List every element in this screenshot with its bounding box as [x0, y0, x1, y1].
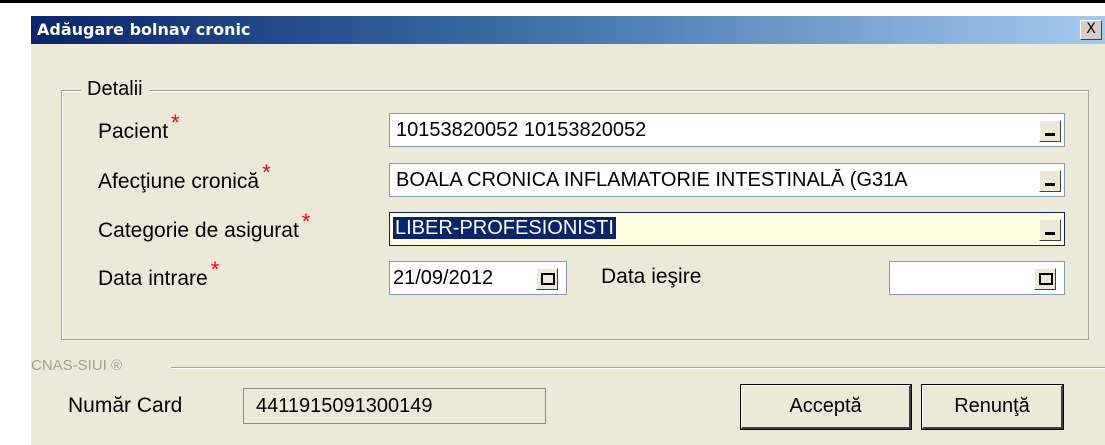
- data-iesire-label: Data ieşire: [601, 265, 702, 288]
- categorie-label: Categorie de asigurat *: [98, 209, 310, 243]
- data-intrare-label-text: Data intrare: [98, 267, 208, 290]
- afectiune-value: BOALA CRONICA INFLAMATORIE INTESTINALĂ (…: [396, 169, 908, 191]
- pacient-value: 10153820052 10153820052: [396, 119, 647, 141]
- calendar-icon[interactable]: [536, 268, 558, 290]
- pacient-label-text: Pacient: [98, 120, 169, 143]
- cancel-button[interactable]: Renunţă: [922, 385, 1063, 429]
- required-marker: *: [210, 257, 220, 282]
- card-number-value: 4411915091300149: [256, 395, 433, 417]
- categorie-value: LIBER-PROFESIONISTI: [393, 217, 616, 240]
- dialog-window: Adăugare bolnav cronic X Detalii Pacient…: [31, 16, 1105, 445]
- pacient-field[interactable]: 10153820052 10153820052: [389, 113, 1065, 147]
- categorie-label-text: Categorie de asigurat: [98, 219, 299, 242]
- close-icon: X: [1086, 21, 1096, 37]
- required-marker: *: [301, 209, 311, 234]
- data-intrare-value: 21/09/2012: [393, 267, 494, 289]
- card-number-field: 4411915091300149: [243, 388, 546, 424]
- title-bar[interactable]: Adăugare bolnav cronic X: [31, 16, 1105, 44]
- accept-button[interactable]: Acceptă: [741, 385, 911, 429]
- separator-line: [171, 367, 1105, 368]
- card-label: Număr Card: [68, 394, 183, 417]
- brand-label: CNAS-SIUI ®: [31, 357, 123, 374]
- window-title: Adăugare bolnav cronic: [37, 20, 251, 39]
- pacient-dropdown-button[interactable]: [1039, 120, 1061, 142]
- required-marker: *: [262, 160, 271, 185]
- close-button[interactable]: X: [1080, 20, 1102, 40]
- calendar-icon[interactable]: [1034, 268, 1056, 290]
- afectiune-dropdown-button[interactable]: [1039, 170, 1061, 192]
- required-marker: *: [171, 110, 180, 135]
- afectiune-label-text: Afecţiune cronică: [98, 170, 260, 193]
- top-border: [0, 0, 1105, 3]
- afectiune-label: Afecţiune cronică *: [98, 160, 271, 194]
- categorie-selected-text: LIBER-PROFESIONISTI: [393, 217, 616, 239]
- afectiune-field[interactable]: BOALA CRONICA INFLAMATORIE INTESTINALĂ (…: [389, 163, 1065, 197]
- details-legend: Detalii: [81, 78, 149, 101]
- categorie-dropdown-button[interactable]: [1039, 219, 1061, 241]
- pacient-label: Pacient *: [98, 110, 180, 144]
- data-intrare-label: Data intrare *: [98, 257, 219, 291]
- categorie-field[interactable]: LIBER-PROFESIONISTI: [389, 212, 1065, 246]
